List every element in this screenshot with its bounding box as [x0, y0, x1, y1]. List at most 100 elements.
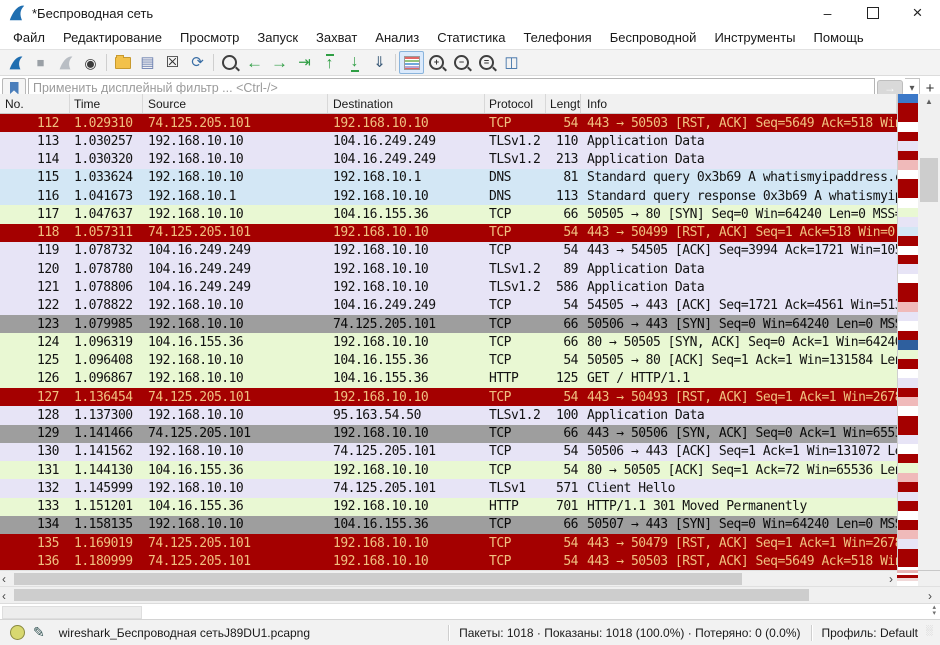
go-last-button[interactable]: ↓ — [342, 51, 367, 74]
profile-label[interactable]: Профиль: Default — [814, 626, 927, 640]
minimap-stripe — [898, 113, 919, 122]
column-header-time[interactable]: Time — [70, 94, 143, 113]
packet-row-135[interactable]: 1351.16901974.125.205.101192.168.10.10TC… — [0, 534, 897, 552]
minimap-stripe — [898, 151, 919, 160]
hscroll2-left-arrow-icon[interactable]: ‹ — [2, 587, 6, 604]
pane-spin-control[interactable]: ▴▾ — [932, 605, 936, 617]
cell-len: 89 — [546, 262, 581, 277]
open-file-button[interactable] — [110, 51, 135, 74]
packet-row-121[interactable]: 1211.078806104.16.249.249192.168.10.10TL… — [0, 278, 897, 296]
maximize-button[interactable] — [850, 0, 895, 26]
capture-comment-pencil-icon[interactable]: ✎ — [33, 624, 45, 641]
packet-row-128[interactable]: 1281.137300192.168.10.1095.163.54.50TLSv… — [0, 406, 897, 424]
packet-row-119[interactable]: 1191.078732104.16.249.249192.168.10.10TC… — [0, 242, 897, 260]
resize-grip-icon[interactable]: ░ — [926, 627, 938, 639]
start-capture-button[interactable] — [3, 51, 28, 74]
cell-no: 125 — [0, 353, 70, 368]
packet-row-127[interactable]: 1271.13645474.125.205.101192.168.10.10TC… — [0, 388, 897, 406]
hscroll-left-arrow-icon[interactable]: ‹ — [2, 571, 6, 587]
menu-файл[interactable]: Файл — [4, 28, 54, 47]
packet-row-133[interactable]: 1331.151201104.16.155.36192.168.10.10HTT… — [0, 498, 897, 516]
zoom-normal-button[interactable]: = — [474, 51, 499, 74]
packet-list-header[interactable]: No.TimeSourceDestinationProtocolLengthIn… — [0, 94, 897, 114]
minimize-button[interactable]: – — [805, 0, 850, 26]
packet-row-130[interactable]: 1301.141562192.168.10.1074.125.205.101TC… — [0, 443, 897, 461]
cell-dst: 104.16.249.249 — [328, 298, 485, 313]
menu-беспроводной[interactable]: Беспроводной — [601, 28, 706, 47]
restart-capture-button[interactable] — [53, 51, 78, 74]
secondary-hscrollbar[interactable]: ‹ › — [0, 586, 940, 604]
packet-row-116[interactable]: 1161.041673192.168.10.1192.168.10.10DNS1… — [0, 187, 897, 205]
menu-редактирование[interactable]: Редактирование — [54, 28, 171, 47]
save-file-button[interactable]: ▤ — [135, 51, 160, 74]
go-to-packet-button[interactable]: ⇥ — [292, 51, 317, 74]
packet-row-113[interactable]: 1131.030257192.168.10.10104.16.249.249TL… — [0, 132, 897, 150]
resize-columns-button[interactable]: ◫ — [499, 51, 524, 74]
reload-file-button[interactable]: ⟳ — [185, 51, 210, 74]
packet-row-124[interactable]: 1241.096319104.16.155.36192.168.10.10TCP… — [0, 333, 897, 351]
vertical-scrollbar-thumb[interactable] — [920, 158, 938, 202]
scroll-up-arrow-icon[interactable]: ▲ — [918, 94, 940, 109]
cell-src: 104.16.155.36 — [143, 463, 328, 478]
hscroll-right-arrow-icon[interactable]: › — [889, 571, 893, 587]
close-file-button[interactable]: ☒ — [160, 51, 185, 74]
column-header-no[interactable]: No. — [0, 94, 70, 113]
packet-row-115[interactable]: 1151.033624192.168.10.10192.168.10.1DNS8… — [0, 169, 897, 187]
cell-proto: TCP — [485, 207, 546, 222]
column-header-info[interactable]: Info — [581, 94, 897, 113]
hscrollbar-thumb[interactable] — [14, 573, 742, 585]
menu-захват[interactable]: Захват — [307, 28, 366, 47]
menu-помощь[interactable]: Помощь — [805, 28, 873, 47]
packet-row-126[interactable]: 1261.096867192.168.10.10104.16.155.36HTT… — [0, 370, 897, 388]
zoom-out-button[interactable]: − — [449, 51, 474, 74]
menu-анализ[interactable]: Анализ — [366, 28, 428, 47]
packet-row-136[interactable]: 1361.18099974.125.205.101192.168.10.10TC… — [0, 552, 897, 570]
column-header-protocol[interactable]: Protocol — [485, 94, 546, 113]
menu-статистика[interactable]: Статистика — [428, 28, 514, 47]
packet-row-131[interactable]: 1311.144130104.16.155.36192.168.10.10TCP… — [0, 461, 897, 479]
cell-len: 125 — [546, 371, 581, 386]
menu-инструменты[interactable]: Инструменты — [705, 28, 804, 47]
menu-телефония[interactable]: Телефония — [514, 28, 600, 47]
column-header-source[interactable]: Source — [143, 94, 328, 113]
packet-row-122[interactable]: 1221.078822192.168.10.10104.16.249.249TC… — [0, 297, 897, 315]
go-first-button[interactable]: ↑ — [317, 51, 342, 74]
packet-row-129[interactable]: 1291.14146674.125.205.101192.168.10.10TC… — [0, 425, 897, 443]
colorize-button[interactable] — [399, 51, 424, 74]
auto-scroll-button[interactable]: ⇓ — [367, 51, 392, 74]
zoom-in-button[interactable]: + — [424, 51, 449, 74]
packet-row-114[interactable]: 1141.030320192.168.10.10104.16.249.249TL… — [0, 151, 897, 169]
hscrollbar2-thumb[interactable] — [14, 589, 809, 601]
intelligent-scrollbar-minimap[interactable] — [897, 94, 919, 586]
packet-row-125[interactable]: 1251.096408192.168.10.10104.16.155.36TCP… — [0, 351, 897, 369]
menu-запуск[interactable]: Запуск — [248, 28, 307, 47]
packet-row-123[interactable]: 1231.079985192.168.10.1074.125.205.101TC… — [0, 315, 897, 333]
packet-row-120[interactable]: 1201.078780104.16.249.249192.168.10.10TL… — [0, 260, 897, 278]
find-packet-button[interactable] — [217, 51, 242, 74]
packet-row-117[interactable]: 1171.047637192.168.10.10104.16.155.36TCP… — [0, 205, 897, 223]
cell-time: 1.180999 — [70, 554, 143, 569]
packet-row-132[interactable]: 1321.145999192.168.10.1074.125.205.101TL… — [0, 479, 897, 497]
collapsed-pane-thumb[interactable] — [2, 606, 142, 619]
packet-row-134[interactable]: 1341.158135192.168.10.10104.16.155.36TCP… — [0, 516, 897, 534]
bookmark-icon — [10, 82, 19, 95]
go-forward-button[interactable]: → — [267, 51, 292, 74]
packet-row-118[interactable]: 1181.05731174.125.205.101192.168.10.10TC… — [0, 224, 897, 242]
cell-src: 74.125.205.101 — [143, 426, 328, 441]
stop-capture-button[interactable]: ■ — [28, 51, 53, 74]
column-header-destination[interactable]: Destination — [328, 94, 485, 113]
packet-row-112[interactable]: 1121.02931074.125.205.101192.168.10.10TC… — [0, 114, 897, 132]
cell-dst: 74.125.205.101 — [328, 317, 485, 332]
packet-list-hscrollbar[interactable]: ‹ › — [0, 570, 897, 587]
close-button[interactable]: × — [895, 0, 940, 26]
menu-просмотр[interactable]: Просмотр — [171, 28, 248, 47]
vertical-scrollbar[interactable]: ▲ ▼ — [918, 94, 940, 586]
expert-info-icon[interactable] — [10, 625, 25, 640]
go-back-button[interactable]: ← — [242, 51, 267, 74]
hscroll2-right-arrow-icon[interactable]: › — [928, 587, 932, 604]
arrow-right-icon: → — [271, 54, 288, 71]
column-header-length[interactable]: Length — [546, 94, 581, 113]
spin-down-icon[interactable]: ▾ — [932, 611, 936, 617]
capture-options-button[interactable]: ◉ — [78, 51, 103, 74]
minimap-stripe — [898, 312, 919, 321]
